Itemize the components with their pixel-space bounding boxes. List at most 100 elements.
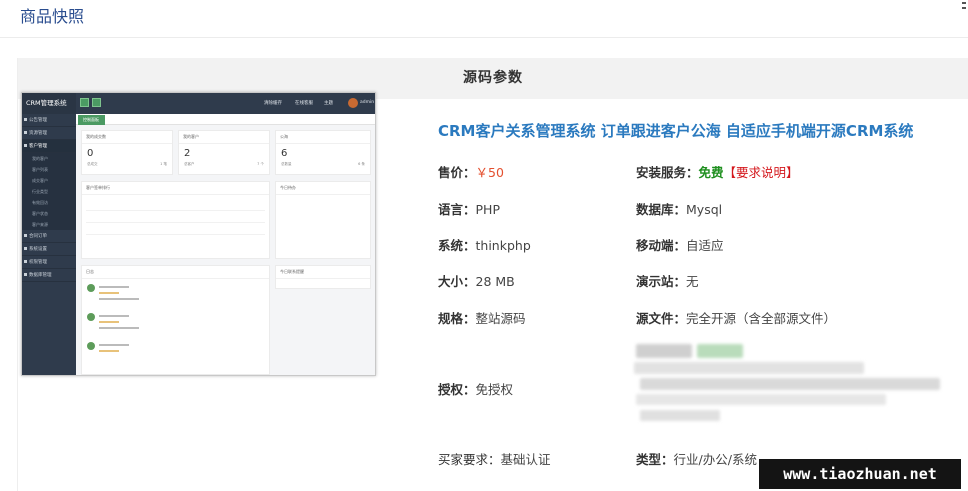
system-value: thinkphp	[475, 238, 531, 253]
buyer-requirement-value: 基础认证	[500, 452, 551, 467]
preview-card-caption: 我的成交数	[82, 131, 172, 144]
preview-logo: CRM管理系统	[22, 93, 76, 114]
preview-avatar	[348, 98, 358, 108]
mobile-field: 移动端：自适应	[636, 235, 724, 254]
preview-card-caption: 我的客户	[179, 131, 269, 144]
preview-table-row	[86, 211, 265, 223]
preview-panel-caption: 客户签单排行	[82, 182, 269, 195]
preview-subnav-item: 行业类型	[22, 186, 76, 197]
preview-nav-item: 资源管理	[22, 127, 76, 140]
preview-nav-item: 合同订单	[22, 230, 76, 243]
preview-tab: 控制面板	[78, 115, 105, 125]
database-value: Mysql	[686, 202, 723, 217]
preview-rank-panel: 客户签单排行	[81, 181, 270, 259]
preview-menu-icon	[80, 98, 89, 107]
preview-stat-card: 公海 6 总数量 6 条	[275, 130, 371, 175]
size-field: 大小：28 MB	[438, 271, 515, 290]
preview-stat-card: 我的客户 2 总客户 7 个	[178, 130, 270, 175]
preview-table-row	[86, 199, 265, 211]
price-value: ￥50	[475, 165, 504, 180]
watermark: www.tiaozhuan.net	[759, 459, 961, 489]
license-field: 授权：免授权	[438, 379, 513, 398]
preview-top-link: 主题	[324, 101, 333, 106]
preview-subnav-item: 有效回访	[22, 197, 76, 208]
preview-subnav-item: 客户列表	[22, 164, 76, 175]
install-label: 安装服务：	[636, 165, 699, 180]
product-title[interactable]: CRM客户关系管理系统 订单跟进客户公海 自适应手机端开源CRM系统	[438, 120, 913, 141]
preview-panel-caption: 今日联系提醒	[276, 266, 370, 279]
preview-card-foot: 总成交	[87, 162, 98, 166]
source-file-label: 源文件：	[636, 311, 687, 326]
type-label: 类型：	[636, 452, 674, 467]
spec-label: 规格：	[438, 311, 476, 326]
preview-card-number: 2	[184, 148, 191, 159]
preview-sidebar: CRM管理系统 公告管理 资源管理 客户管理 我的客户 客户列表 成交客户 行业…	[22, 93, 76, 375]
preview-card-foot: 1 笔	[160, 162, 167, 166]
mobile-value: 自适应	[686, 238, 724, 253]
preview-expand-icon	[92, 98, 101, 107]
preview-stat-card: 我的成交数 0 总成交 1 笔	[81, 130, 173, 175]
source-file-field: 源文件：完全开源（含全部源文件）	[636, 308, 836, 327]
preview-nav-item: 数据库管理	[22, 269, 76, 282]
preview-log-entry	[82, 279, 269, 308]
type-value: 行业/办公/系统	[673, 452, 757, 467]
page-title: 商品快照	[20, 7, 85, 26]
language-label: 语言：	[438, 202, 476, 217]
top-bar: 商品快照	[0, 0, 968, 38]
preview-subnav-item: 成交客户	[22, 175, 76, 186]
preview-topnav: 清除缓存 在线客服 主题 admin	[76, 93, 375, 114]
preview-panel-caption: 今日待办	[276, 182, 370, 195]
spec-field: 规格：整站源码	[438, 308, 526, 327]
buyer-requirement-label: 买家要求：	[438, 452, 501, 467]
preview-card-foot: 6 条	[358, 162, 365, 166]
preview-card-foot: 总数量	[281, 162, 292, 166]
more-menu-icon[interactable]	[960, 0, 968, 16]
preview-log-entry	[82, 308, 269, 337]
product-preview-image[interactable]: CRM管理系统 公告管理 资源管理 客户管理 我的客户 客户列表 成交客户 行业…	[21, 92, 376, 376]
preview-contact-panel: 今日联系提醒	[275, 265, 371, 289]
preview-nav-item: 系统设置	[22, 243, 76, 256]
preview-log-panel: 日志	[81, 265, 270, 375]
preview-nav-item: 权限管理	[22, 256, 76, 269]
system-field: 系统：thinkphp	[438, 235, 531, 254]
install-field: 安装服务：免费【要求说明】	[636, 162, 799, 181]
demo-label: 演示站：	[636, 274, 687, 289]
preview-subnav-item: 客户状态	[22, 208, 76, 219]
spec-value: 整站源码	[475, 311, 526, 326]
preview-top-link: admin	[360, 100, 375, 105]
preview-top-link: 在线客服	[295, 101, 313, 106]
preview-card-foot: 总客户	[184, 162, 195, 166]
buyer-requirement-field: 买家要求：基础认证	[438, 449, 551, 468]
preview-top-link: 清除缓存	[264, 101, 282, 106]
install-value: 免费	[698, 165, 724, 180]
preview-nav-item-active: 客户管理	[22, 140, 76, 153]
price-field: 售价：￥50	[438, 162, 504, 181]
preview-subnav-item: 客户来源	[22, 219, 76, 230]
language-field: 语言：PHP	[438, 199, 500, 218]
demo-value: 无	[686, 274, 699, 289]
preview-card-foot: 7 个	[257, 162, 264, 166]
preview-log-entry	[82, 337, 269, 366]
install-note-link[interactable]: 【要求说明】	[724, 165, 799, 180]
preview-tabbar: 控制面板	[76, 114, 375, 125]
system-label: 系统：	[438, 238, 476, 253]
preview-card-caption: 公海	[276, 131, 370, 144]
preview-panel-caption: 日志	[82, 266, 269, 279]
license-value: 免授权	[475, 382, 514, 397]
demo-field: 演示站：无	[636, 271, 699, 290]
size-value: 28 MB	[475, 274, 515, 289]
preview-subnav-item: 我的客户	[22, 153, 76, 164]
mobile-label: 移动端：	[636, 238, 687, 253]
language-value: PHP	[475, 202, 500, 217]
preview-card-number: 6	[281, 148, 288, 159]
database-field: 数据库：Mysql	[636, 199, 722, 218]
preview-todo-panel: 今日待办	[275, 181, 371, 259]
type-field: 类型：行业/办公/系统	[636, 449, 757, 468]
preview-table-row	[86, 223, 265, 235]
price-label: 售价：	[438, 165, 476, 180]
license-label: 授权：	[438, 382, 476, 397]
size-label: 大小：	[438, 274, 476, 289]
preview-card-number: 0	[87, 148, 94, 159]
database-label: 数据库：	[636, 202, 687, 217]
source-file-value: 完全开源（含全部源文件）	[686, 311, 837, 326]
